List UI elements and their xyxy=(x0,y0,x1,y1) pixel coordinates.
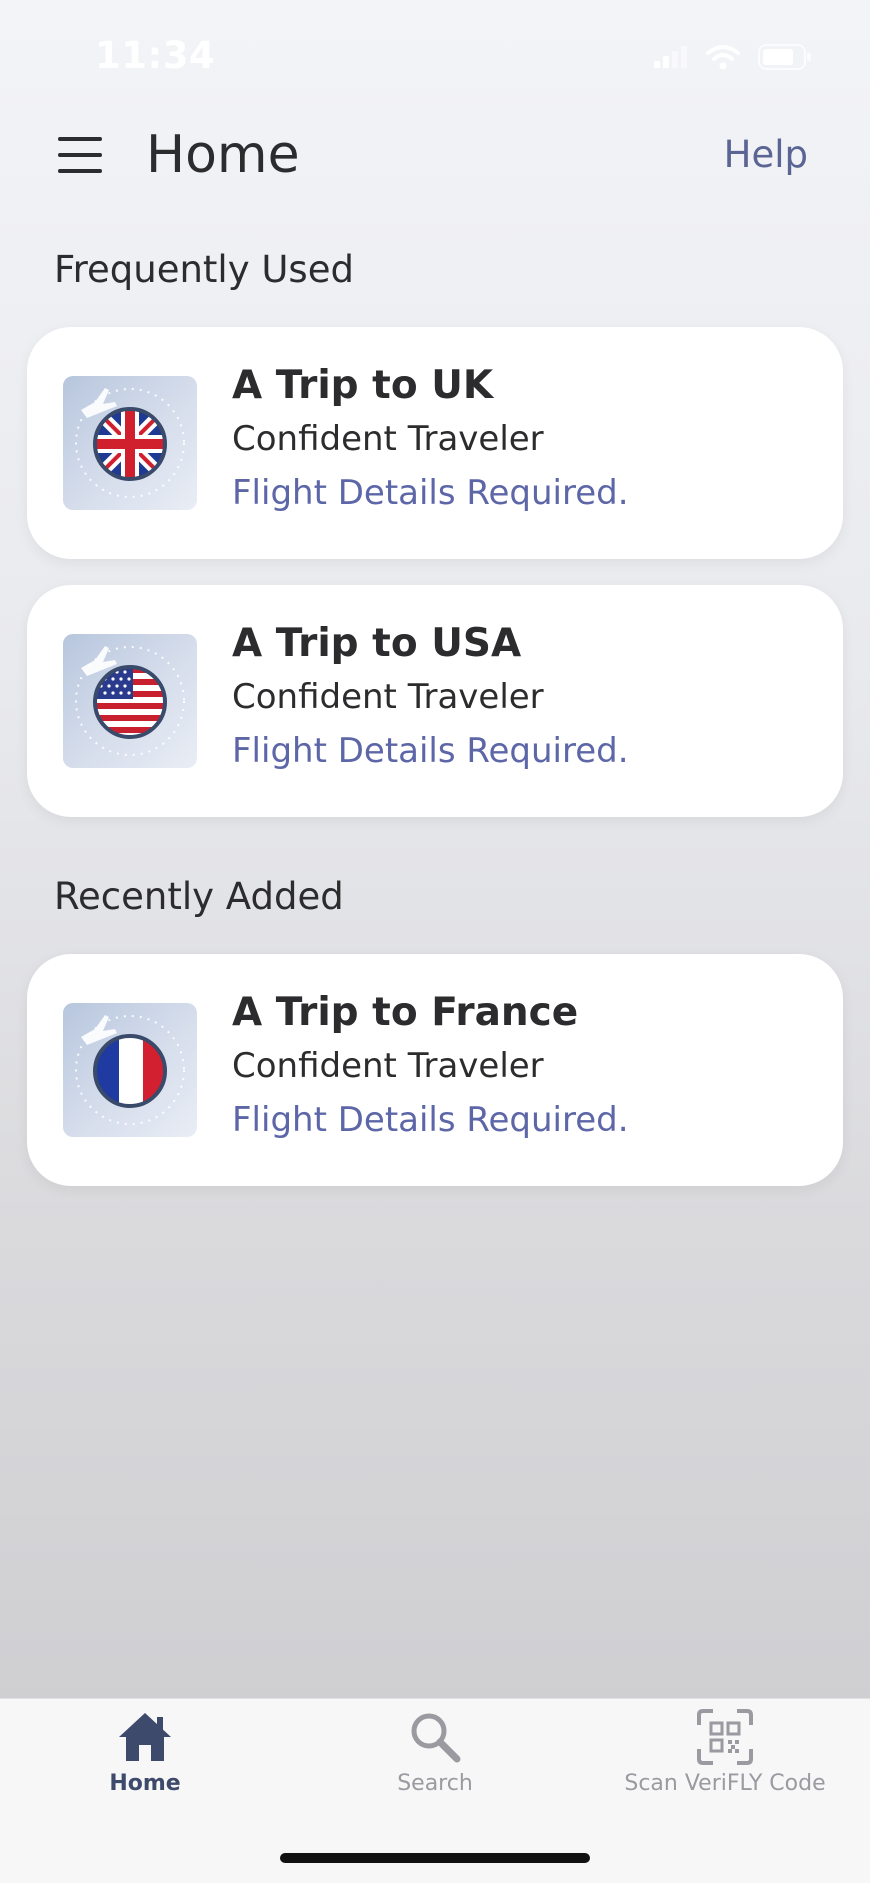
home-indicator xyxy=(280,1853,590,1863)
wifi-icon xyxy=(706,45,740,70)
trip-subtitle: Confident Traveler xyxy=(232,1046,544,1086)
battery-icon xyxy=(758,44,811,70)
trip-subtitle: Confident Traveler xyxy=(232,677,544,717)
usa-flag-icon xyxy=(75,646,185,756)
trip-card-uk[interactable]: A Trip to UK Confident Traveler Flight D… xyxy=(27,327,843,559)
search-icon xyxy=(411,1713,461,1763)
tab-home[interactable]: Home xyxy=(0,1709,290,1796)
status-icons xyxy=(654,44,812,70)
status-bar: 11:34 xyxy=(0,0,870,115)
cellular-signal-icon xyxy=(654,46,687,68)
tab-label: Home xyxy=(109,1771,181,1796)
tab-label: Search xyxy=(397,1771,473,1796)
france-flag-icon xyxy=(75,1015,185,1125)
trip-subtitle: Confident Traveler xyxy=(232,419,544,459)
tab-search[interactable]: Search xyxy=(290,1709,580,1796)
trip-status: Flight Details Required. xyxy=(232,1100,629,1140)
uk-flag-icon xyxy=(75,388,185,498)
trip-thumbnail xyxy=(63,634,197,768)
help-link[interactable]: Help xyxy=(724,133,808,176)
trip-card-usa[interactable]: A Trip to USA Confident Traveler Flight … xyxy=(27,585,843,817)
page-title: Home xyxy=(146,125,300,185)
trip-thumbnail xyxy=(63,376,197,510)
trip-title: A Trip to France xyxy=(232,990,579,1035)
section-label-frequently-used: Frequently Used xyxy=(54,248,354,291)
tab-label: Scan VeriFLY Code xyxy=(624,1771,826,1796)
hamburger-menu-icon[interactable] xyxy=(58,137,102,173)
trip-card-france[interactable]: A Trip to France Confident Traveler Flig… xyxy=(27,954,843,1186)
section-label-recently-added: Recently Added xyxy=(54,875,344,918)
trip-status: Flight Details Required. xyxy=(232,473,629,513)
status-time: 11:34 xyxy=(95,34,216,77)
trip-title: A Trip to UK xyxy=(232,363,494,408)
tab-scan[interactable]: Scan VeriFLY Code xyxy=(580,1709,870,1796)
trip-status: Flight Details Required. xyxy=(232,731,629,771)
trip-thumbnail xyxy=(63,1003,197,1137)
qr-scan-icon xyxy=(697,1709,753,1765)
home-icon xyxy=(119,1713,171,1761)
app-header: Home Help xyxy=(0,115,870,195)
trip-title: A Trip to USA xyxy=(232,621,522,666)
